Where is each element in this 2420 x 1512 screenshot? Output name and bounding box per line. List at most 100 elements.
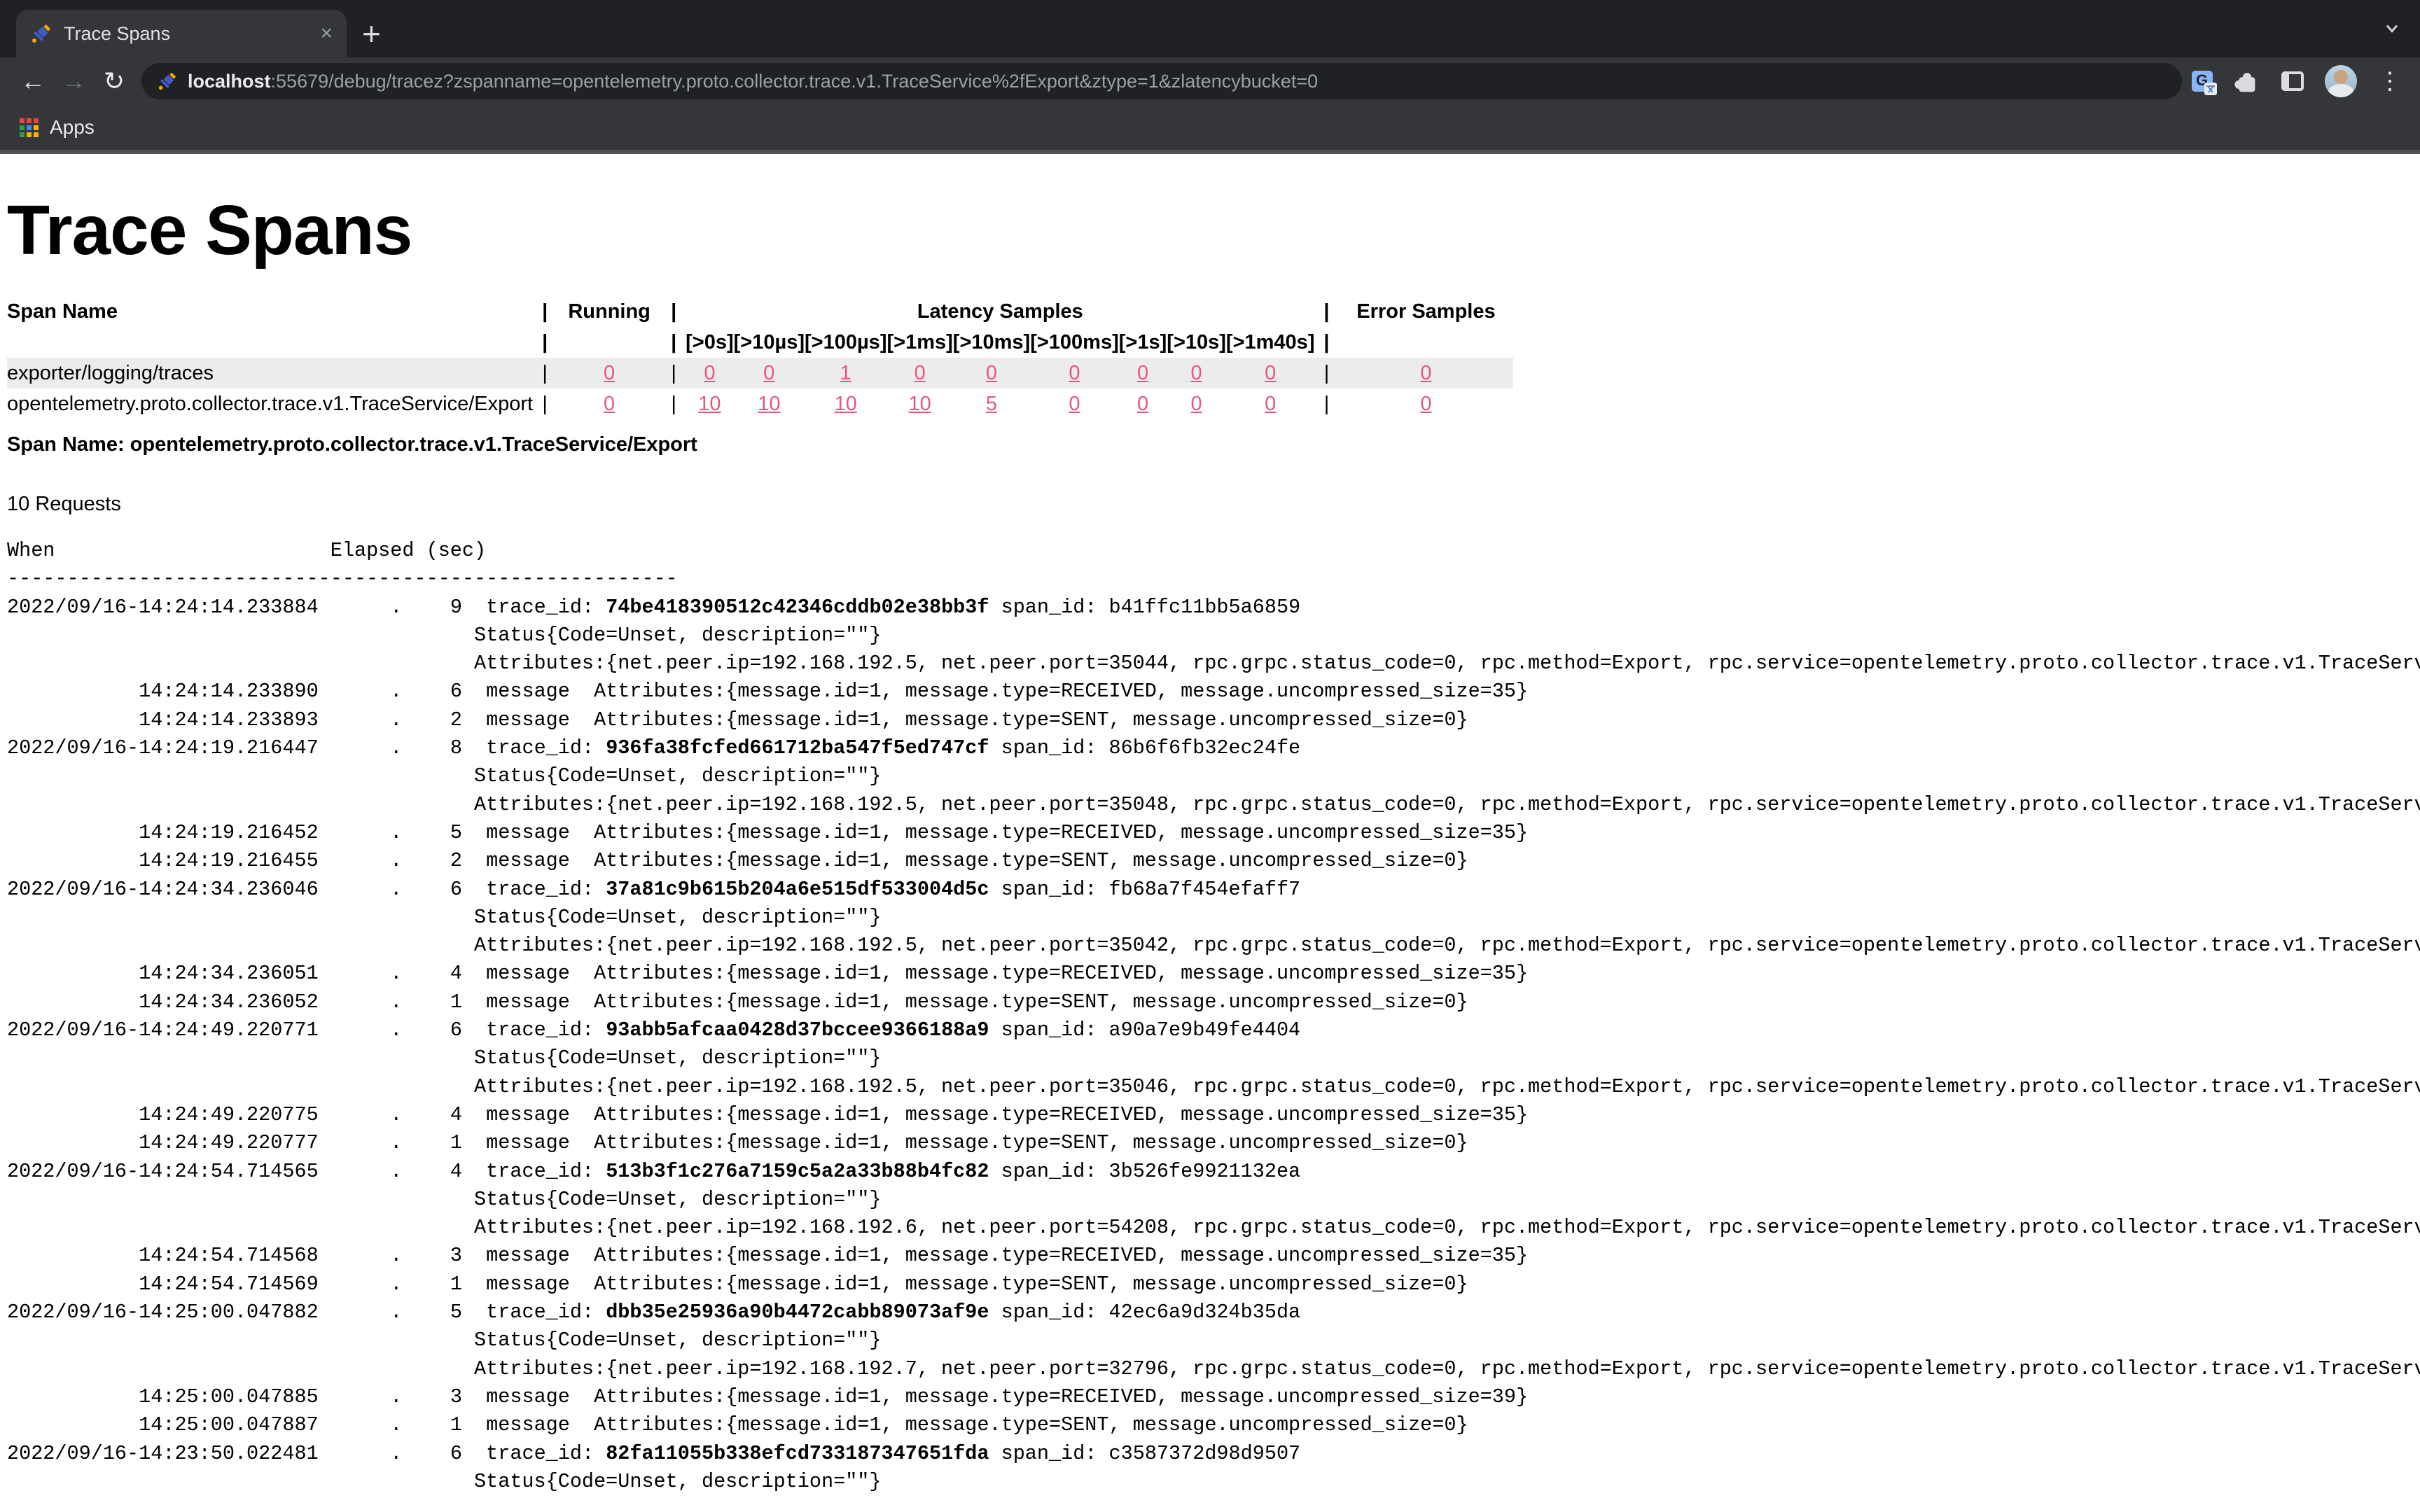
- trace-log: When Elapsed (sec)----------------------…: [7, 537, 2420, 1496]
- value-cell: 0: [1338, 358, 1513, 388]
- summary-header-row: Span Name | Running | Latency Samples | …: [7, 296, 1513, 327]
- span-name-cell: exporter/logging/traces: [7, 358, 533, 388]
- trace-attributes-line: Attributes:{net.peer.ip=192.168.192.5, n…: [7, 791, 2420, 819]
- pipe-separator: |: [662, 327, 686, 358]
- col-running: Running: [557, 296, 662, 327]
- side-panel-icon[interactable]: [2281, 71, 2304, 91]
- value-cell: 0: [686, 358, 734, 388]
- trace-entry-line: 2022/09/16-14:25:00.047882 . 5 trace_id:…: [7, 1298, 2420, 1326]
- latency-bucket-link[interactable]: 0: [986, 362, 997, 384]
- running-count-link[interactable]: 0: [604, 362, 615, 384]
- trace-status-line: Status{Code=Unset, description=""}: [7, 904, 2420, 932]
- trace-message-line: 14:24:49.220775 . 4 message Attributes:{…: [7, 1101, 2420, 1129]
- latency-bucket-label: [>1m40s]: [1226, 327, 1315, 358]
- value-cell: 0: [953, 358, 1030, 388]
- trace-id-value: dbb35e25936a90b4472cabb89073af9e: [606, 1301, 989, 1324]
- pipe-separator: |: [1314, 388, 1338, 419]
- latency-bucket-label: [>10µs]: [734, 327, 805, 358]
- value-cell: 0: [1167, 388, 1226, 419]
- forward-button[interactable]: →: [53, 66, 94, 96]
- latency-bucket-link[interactable]: 0: [1137, 362, 1148, 384]
- error-count-link[interactable]: 0: [1420, 362, 1431, 384]
- latency-bucket-link[interactable]: 0: [1265, 393, 1276, 415]
- trace-attributes-line: Attributes:{net.peer.ip=192.168.192.5, n…: [7, 1073, 2420, 1101]
- bookmark-item-apps[interactable]: Apps: [20, 116, 95, 139]
- url-bar[interactable]: localhost:55679/debug/tracez?zspanname=o…: [141, 63, 2182, 99]
- pipe-separator: |: [1314, 296, 1338, 327]
- latency-bucket-link[interactable]: 0: [1069, 393, 1080, 415]
- value-cell: 0: [734, 358, 805, 388]
- value-cell: 10: [686, 388, 734, 419]
- menu-icon[interactable]: ⋮: [2378, 67, 2402, 95]
- latency-bucket-label: [>100ms]: [1030, 327, 1119, 358]
- trace-attributes-line: Attributes:{net.peer.ip=192.168.192.5, n…: [7, 932, 2420, 960]
- span-name-cell: opentelemetry.proto.collector.trace.v1.T…: [7, 388, 533, 419]
- translate-icon[interactable]: G: [2192, 71, 2213, 92]
- latency-bucket-link[interactable]: 10: [698, 393, 721, 415]
- latency-bucket-link[interactable]: 0: [1137, 393, 1148, 415]
- trace-id-value: 82fa11055b338efcd733187347651fda: [606, 1442, 989, 1465]
- trace-id-value: 37a81c9b615b204a6e515df533004d5c: [606, 878, 989, 901]
- pipe-separator: |: [662, 388, 686, 419]
- pipe-separator: |: [1314, 358, 1338, 388]
- latency-bucket-label: [>0s]: [686, 327, 734, 358]
- trace-message-line: 14:24:14.233893 . 2 message Attributes:{…: [7, 706, 2420, 734]
- new-tab-button[interactable]: +: [362, 15, 381, 52]
- browser-toolbar: ← → ↻ localhost:55679/debug/tracez?zspan…: [0, 57, 2420, 105]
- avatar[interactable]: [2325, 65, 2357, 97]
- trace-attributes-line: Attributes:{net.peer.ip=192.168.192.5, n…: [7, 650, 2420, 678]
- value-cell: 0: [1119, 388, 1167, 419]
- trace-message-line: 14:24:54.714568 . 3 message Attributes:{…: [7, 1242, 2420, 1270]
- reload-button[interactable]: ↻: [94, 66, 134, 96]
- bucket-header-row: ||[>0s][>10µs][>100µs][>1ms][>10ms][>100…: [7, 327, 1513, 358]
- trace-id-value: 93abb5afcaa0428d37bccee9366188a9: [606, 1018, 989, 1042]
- value-cell: 0: [1338, 388, 1513, 419]
- url-path: :55679/debug/tracez?zspanname=openteleme…: [271, 71, 1319, 92]
- empty-cell: [1338, 327, 1513, 358]
- value-cell: 0: [886, 358, 952, 388]
- latency-bucket-link[interactable]: 10: [909, 393, 931, 415]
- latency-bucket-link[interactable]: 0: [915, 362, 926, 384]
- value-cell: 10: [805, 388, 886, 419]
- value-cell: 0: [1167, 358, 1226, 388]
- latency-bucket-link[interactable]: 0: [1191, 393, 1202, 415]
- latency-bucket-link[interactable]: 0: [763, 362, 774, 384]
- empty-cell: [557, 327, 662, 358]
- trace-entry-line: 2022/09/16-14:24:19.216447 . 8 trace_id:…: [7, 734, 2420, 762]
- summary-row: opentelemetry.proto.collector.trace.v1.T…: [7, 388, 1513, 419]
- latency-bucket-link[interactable]: 0: [704, 362, 715, 384]
- trace-status-line: Status{Code=Unset, description=""}: [7, 1326, 2420, 1354]
- back-button[interactable]: ←: [13, 66, 53, 96]
- empty-cell: [7, 327, 533, 358]
- browser-tab[interactable]: Trace Spans ×: [16, 10, 347, 57]
- value-cell: 10: [734, 388, 805, 419]
- value-cell: 0: [1119, 358, 1167, 388]
- value-cell: 0: [1226, 358, 1315, 388]
- trace-id-value: 936fa38fcfed661712ba547f5ed747cf: [606, 736, 989, 760]
- close-icon[interactable]: ×: [320, 23, 333, 44]
- apps-grid-icon: [20, 118, 39, 137]
- col-error-samples: Error Samples: [1338, 296, 1513, 327]
- tracez-page: Trace Spans Span Name | Running | Latenc…: [0, 190, 2420, 1496]
- latency-bucket-link[interactable]: 5: [986, 393, 997, 415]
- tab-title: Trace Spans: [64, 23, 309, 45]
- running-count-link[interactable]: 0: [604, 393, 615, 415]
- trace-id-value: 74be418390512c42346cddb02e38bb3f: [606, 596, 989, 619]
- trace-message-line: 14:24:19.216455 . 2 message Attributes:{…: [7, 847, 2420, 875]
- pipe-separator: |: [533, 327, 557, 358]
- chevron-down-icon[interactable]: [2382, 18, 2402, 38]
- trace-message-line: 14:24:34.236052 . 1 message Attributes:{…: [7, 988, 2420, 1016]
- latency-bucket-link[interactable]: 0: [1265, 362, 1276, 384]
- trace-message-line: 14:24:19.216452 . 5 message Attributes:{…: [7, 819, 2420, 847]
- error-count-link[interactable]: 0: [1420, 393, 1431, 415]
- extensions-icon[interactable]: [2234, 68, 2260, 94]
- opentelemetry-favicon: [30, 22, 53, 45]
- latency-bucket-link[interactable]: 0: [1191, 362, 1202, 384]
- latency-bucket-link[interactable]: 0: [1069, 362, 1080, 384]
- value-cell: 0: [1030, 358, 1119, 388]
- value-cell: 0: [1030, 388, 1119, 419]
- value-cell: 0: [1226, 388, 1315, 419]
- latency-bucket-link[interactable]: 10: [758, 393, 780, 415]
- latency-bucket-link[interactable]: 10: [835, 393, 857, 415]
- latency-bucket-link[interactable]: 1: [840, 362, 851, 384]
